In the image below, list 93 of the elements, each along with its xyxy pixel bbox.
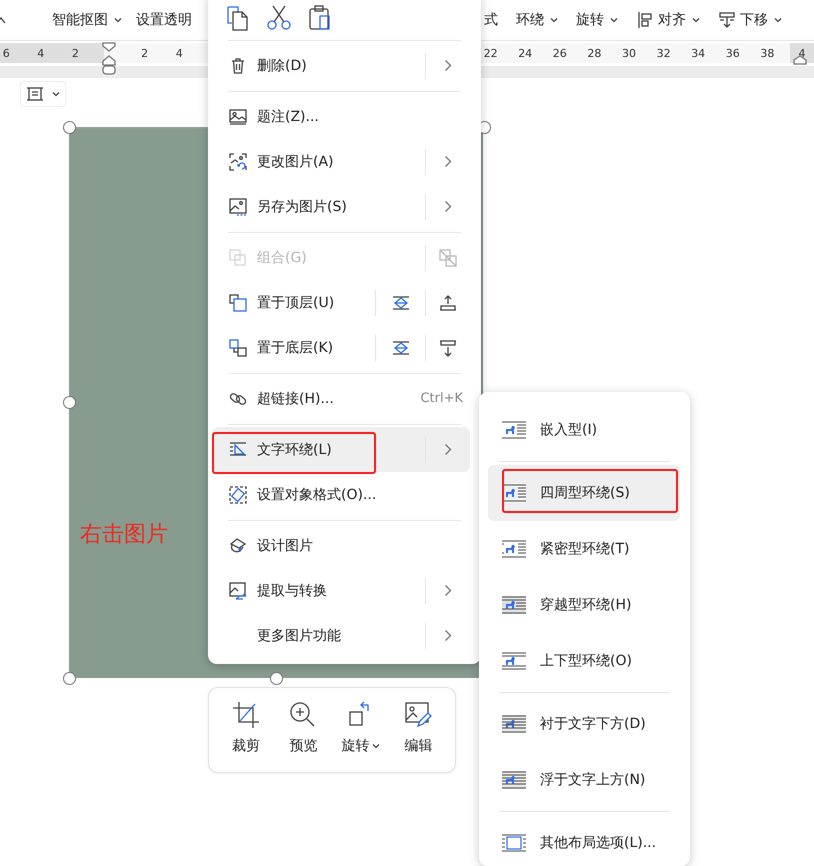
menu-item[interactable]: 浮于文字上方(N) (488, 752, 680, 808)
annotation-text: 右击图片 (80, 521, 168, 549)
toolbar-button[interactable]: 预览 (274, 688, 332, 772)
menu-item[interactable]: 紧密型环绕(T) (488, 521, 680, 577)
top-bottom-wrap-icon (501, 652, 527, 670)
menu-item[interactable]: 置于底层(K) (212, 325, 470, 370)
send-backward-icon (718, 11, 736, 29)
menu-item[interactable]: 衬于文字下方(D) (488, 696, 680, 752)
chevron-right-icon[interactable] (444, 584, 452, 597)
ruler-number: 34 (691, 47, 706, 60)
format-object-icon (228, 484, 248, 504)
copy-icon[interactable] (226, 4, 250, 30)
ruler-number: 28 (587, 47, 602, 60)
indent-marker-icon[interactable] (101, 41, 117, 77)
crop-icon (232, 701, 260, 729)
edit-picture-icon (404, 701, 432, 729)
menu-item[interactable]: 四周型环绕(S) (488, 465, 680, 521)
ribbon-button[interactable]: 设置透明 (136, 11, 192, 29)
change-picture-icon (228, 152, 248, 172)
toolbar-button[interactable]: 裁剪 (217, 688, 274, 772)
resize-handle[interactable] (63, 121, 76, 134)
menu-item[interactable]: 题注(Z)... (212, 94, 470, 139)
menu-item[interactable]: 置于顶层(U) (212, 280, 470, 325)
ribbon-button[interactable]: 下移 (718, 11, 782, 29)
caret-icon (774, 17, 782, 23)
caret-icon (550, 17, 558, 23)
caret-icon (372, 743, 380, 749)
ruler-number: 6 (2, 47, 10, 60)
ruler-number: 38 (760, 47, 774, 60)
resize-handle[interactable] (63, 396, 76, 409)
ruler-number: 30 (622, 47, 636, 60)
menu-item[interactable]: 嵌入型(I) (488, 402, 680, 458)
send-to-back-icon (228, 338, 248, 358)
chevron-right-icon[interactable] (444, 443, 452, 456)
ribbon-button[interactable]: 环绕 (516, 11, 558, 29)
menu-item[interactable]: 文字环绕(L) (212, 427, 470, 472)
menu-item[interactable]: 设计图片 (212, 523, 470, 568)
menu-item[interactable]: 更改图片(A) (212, 139, 470, 184)
save-picture-icon (228, 196, 248, 216)
ribbon-button[interactable]: 式 (484, 11, 498, 29)
tight-wrap-icon (501, 540, 527, 558)
menu-item[interactable]: 穿越型环绕(H) (488, 577, 680, 633)
toolbar-button[interactable]: 编辑 (390, 688, 447, 772)
ruler-number: 4 (37, 47, 44, 60)
caption-icon (228, 106, 248, 126)
ribbon-button[interactable]: 对齐 (636, 11, 700, 29)
through-wrap-icon (501, 596, 527, 614)
ruler-number: 4 (176, 47, 183, 60)
menu-item[interactable]: 更多图片功能 (212, 613, 470, 658)
chevron-right-icon[interactable] (444, 200, 452, 213)
ruler-number: 36 (726, 47, 740, 60)
caret-icon (610, 17, 618, 23)
ruler-number: 26 (552, 47, 567, 60)
toolbar-button[interactable]: 旋转 (332, 688, 390, 772)
bring-forward-icon[interactable] (438, 292, 458, 312)
inline-wrap-icon (501, 421, 527, 439)
caret-icon (52, 91, 60, 97)
ruler-number: 2 (72, 47, 79, 60)
extract-icon (228, 580, 248, 600)
menu-item[interactable]: 上下型环绕(O) (488, 633, 680, 689)
caret-icon (692, 17, 700, 23)
ribbon-button[interactable]: 旋转 (576, 11, 618, 29)
send-backward-icon[interactable] (438, 338, 458, 358)
ruler-number: 2 (141, 47, 148, 60)
menu-item[interactable]: 其他布局选项(L)... (488, 815, 680, 866)
ruler-number: 32 (656, 47, 671, 60)
behind-text-icon (501, 715, 527, 733)
group-icon (228, 248, 248, 268)
ruler-number: 4 (798, 47, 806, 60)
resize-handle[interactable] (270, 672, 283, 685)
align-left-icon (636, 11, 654, 29)
ruler-number: 24 (518, 47, 532, 60)
menu-item[interactable]: 设置对象格式(O)... (212, 472, 470, 517)
ribbon-button[interactable]: 智能抠图 (52, 11, 122, 29)
chevron-right-icon[interactable] (444, 59, 452, 72)
menu-item[interactable]: 删除(D) (212, 43, 470, 88)
resize-handle[interactable] (63, 672, 76, 685)
menu-item[interactable]: 提取与转换 (212, 568, 470, 613)
layout-options-button[interactable] (20, 81, 66, 107)
layout-icon (26, 85, 44, 103)
chevron-right-icon[interactable] (444, 155, 452, 168)
layout-options-icon (501, 834, 527, 852)
design-picture-icon (228, 536, 248, 556)
cut-icon[interactable] (266, 4, 292, 30)
menu-item[interactable]: 另存为图片(S) (212, 184, 470, 229)
bring-to-front-icon (228, 292, 248, 312)
caret-icon (114, 17, 122, 23)
menu-item[interactable]: 超链接(H)... Ctrl+K (212, 376, 470, 421)
chevron-right-icon[interactable] (444, 629, 452, 642)
in-front-text-icon (501, 771, 527, 789)
square-wrap-icon (501, 484, 527, 502)
paste-icon[interactable] (308, 4, 332, 30)
ruler-number: 22 (484, 47, 498, 60)
